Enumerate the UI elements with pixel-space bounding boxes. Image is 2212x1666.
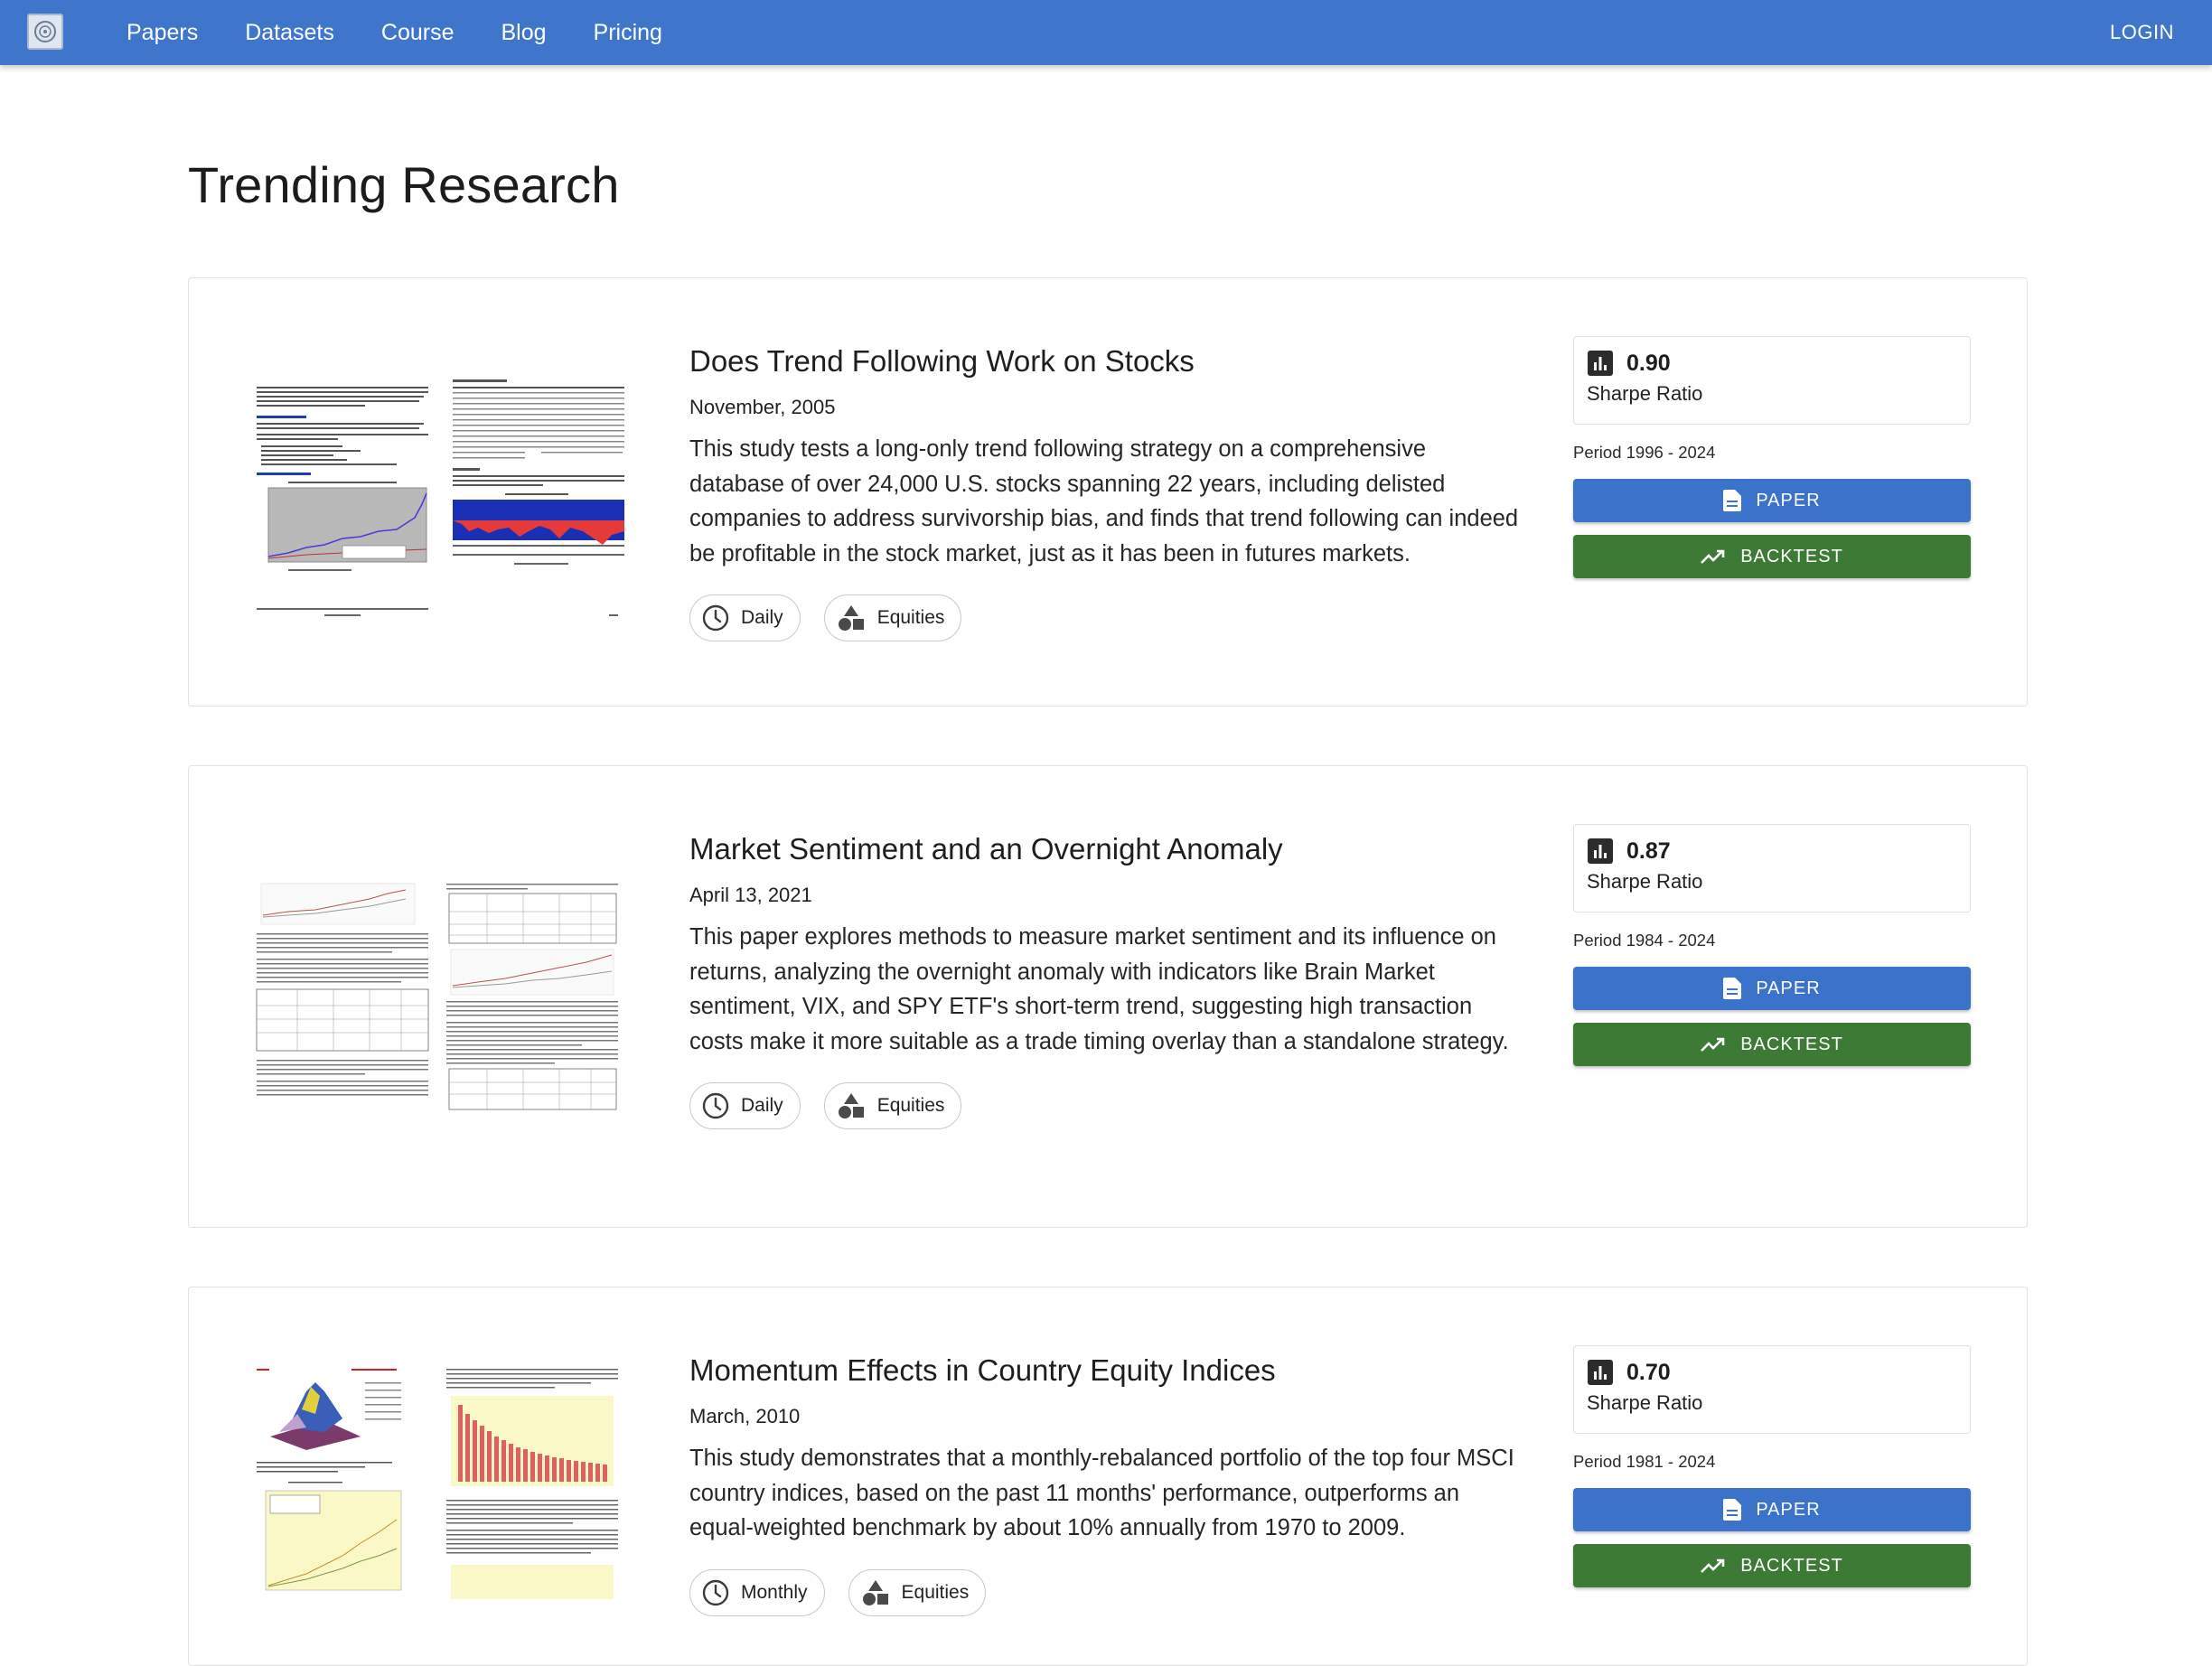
- backtest-button[interactable]: BACKTEST: [1573, 1023, 1971, 1066]
- frequency-chip[interactable]: Monthly: [689, 1568, 825, 1616]
- research-card: Market Sentiment and an Overnight Anomal…: [188, 765, 2028, 1228]
- asset-class-chip[interactable]: Equities: [823, 594, 962, 641]
- clock-icon: [702, 1579, 729, 1605]
- clock-icon: [702, 1092, 729, 1119]
- shapes-icon: [838, 605, 864, 631]
- frequency-chip-label: Monthly: [741, 1581, 808, 1603]
- sharpe-ratio-value: 0.90: [1626, 350, 1671, 376]
- paper-description: This paper explores methods to measure m…: [689, 924, 1509, 1054]
- asset-class-chip-label: Equities: [901, 1581, 970, 1603]
- nav-link-papers[interactable]: Papers: [127, 20, 198, 46]
- paper-button[interactable]: PAPER: [1573, 479, 1971, 522]
- nav-link-course[interactable]: Course: [381, 20, 455, 46]
- bar-chart-icon: [1588, 838, 1613, 864]
- asset-class-chip-label: Equities: [876, 607, 945, 628]
- paper-description: This study tests a long-only trend follo…: [689, 436, 1519, 566]
- backtest-period: Period 1981 - 2024: [1573, 1452, 1716, 1471]
- trending-up-icon: [1701, 1037, 1725, 1052]
- tag-chips: Daily Equities: [689, 594, 1521, 641]
- paper-title[interactable]: Market Sentiment and an Overnight Anomal…: [689, 829, 1521, 869]
- sharpe-ratio-value: 0.87: [1626, 838, 1671, 864]
- sharpe-ratio-box: 0.70 Sharpe Ratio: [1573, 1345, 1971, 1434]
- paper-button-label: PAPER: [1756, 490, 1821, 510]
- login-button[interactable]: LOGIN: [2110, 0, 2174, 65]
- backtest-button[interactable]: BACKTEST: [1573, 1544, 1971, 1587]
- metrics-panel: 0.90 Sharpe Ratio Period 1996 - 2024 PAP…: [1573, 336, 1971, 578]
- backtest-period: Period 1984 - 2024: [1573, 931, 1716, 950]
- frequency-chip[interactable]: Daily: [689, 1082, 801, 1129]
- paper-description: This study demonstrates that a monthly-r…: [689, 1446, 1514, 1540]
- paper-date: April 13, 2021: [689, 884, 812, 906]
- nav-links: Papers Datasets Course Blog Pricing: [127, 0, 709, 65]
- top-navbar: Papers Datasets Course Blog Pricing LOGI…: [0, 0, 2212, 65]
- paper-button[interactable]: PAPER: [1573, 1488, 1971, 1531]
- sharpe-ratio-value: 0.70: [1626, 1359, 1671, 1385]
- paper-thumbnail[interactable]: [252, 879, 632, 1141]
- nav-link-datasets[interactable]: Datasets: [245, 20, 334, 46]
- paper-date: March, 2010: [689, 1405, 801, 1427]
- card-body: Momentum Effects in Country Equity Indic…: [689, 1351, 1521, 1616]
- document-icon: [1723, 1499, 1742, 1521]
- paper-title[interactable]: Does Trend Following Work on Stocks: [689, 342, 1521, 381]
- sharpe-ratio-label: Sharpe Ratio: [1587, 1391, 1703, 1414]
- research-card: Does Trend Following Work on Stocks Nove…: [188, 277, 2028, 707]
- paper-title[interactable]: Momentum Effects in Country Equity Indic…: [689, 1351, 1521, 1390]
- research-card: Momentum Effects in Country Equity Indic…: [188, 1287, 2028, 1666]
- paper-thumbnail[interactable]: [252, 1364, 632, 1599]
- frequency-chip[interactable]: Daily: [689, 594, 801, 641]
- card-body: Does Trend Following Work on Stocks Nove…: [689, 342, 1521, 641]
- paper-button-label: PAPER: [1756, 978, 1821, 998]
- sharpe-ratio-box: 0.87 Sharpe Ratio: [1573, 824, 1971, 913]
- sharpe-ratio-label: Sharpe Ratio: [1587, 870, 1703, 893]
- asset-class-chip-label: Equities: [876, 1095, 945, 1116]
- backtest-button[interactable]: BACKTEST: [1573, 535, 1971, 578]
- trending-up-icon: [1701, 549, 1725, 564]
- asset-class-chip[interactable]: Equities: [823, 1082, 962, 1129]
- document-icon: [1723, 978, 1742, 999]
- logo-seal-icon: [34, 21, 56, 42]
- tag-chips: Daily Equities: [689, 1082, 1521, 1129]
- paper-button-label: PAPER: [1756, 1499, 1821, 1520]
- backtest-button-label: BACKTEST: [1740, 1034, 1843, 1054]
- asset-class-chip[interactable]: Equities: [848, 1568, 987, 1616]
- backtest-period: Period 1996 - 2024: [1573, 443, 1716, 462]
- nav-link-blog[interactable]: Blog: [501, 20, 546, 46]
- nav-link-pricing[interactable]: Pricing: [594, 20, 662, 46]
- site-logo[interactable]: [27, 14, 63, 50]
- bar-chart-icon: [1588, 1360, 1613, 1385]
- metrics-panel: 0.70 Sharpe Ratio Period 1981 - 2024 PAP…: [1573, 1345, 1971, 1587]
- paper-thumbnail[interactable]: [252, 369, 632, 631]
- page-title: Trending Research: [188, 156, 620, 213]
- paper-date: November, 2005: [689, 396, 836, 418]
- shapes-icon: [838, 1093, 864, 1118]
- tag-chips: Monthly Equities: [689, 1568, 1521, 1616]
- document-icon: [1723, 490, 1742, 511]
- metrics-panel: 0.87 Sharpe Ratio Period 1984 - 2024 PAP…: [1573, 824, 1971, 1066]
- backtest-button-label: BACKTEST: [1740, 546, 1843, 566]
- frequency-chip-label: Daily: [741, 607, 783, 628]
- shapes-icon: [862, 1579, 888, 1605]
- bar-chart-icon: [1588, 351, 1613, 376]
- paper-button[interactable]: PAPER: [1573, 967, 1971, 1010]
- sharpe-ratio-box: 0.90 Sharpe Ratio: [1573, 336, 1971, 425]
- card-body: Market Sentiment and an Overnight Anomal…: [689, 829, 1521, 1129]
- backtest-button-label: BACKTEST: [1740, 1555, 1843, 1576]
- clock-icon: [702, 604, 729, 632]
- sharpe-ratio-label: Sharpe Ratio: [1587, 382, 1703, 405]
- frequency-chip-label: Daily: [741, 1095, 783, 1116]
- trending-up-icon: [1701, 1558, 1725, 1573]
